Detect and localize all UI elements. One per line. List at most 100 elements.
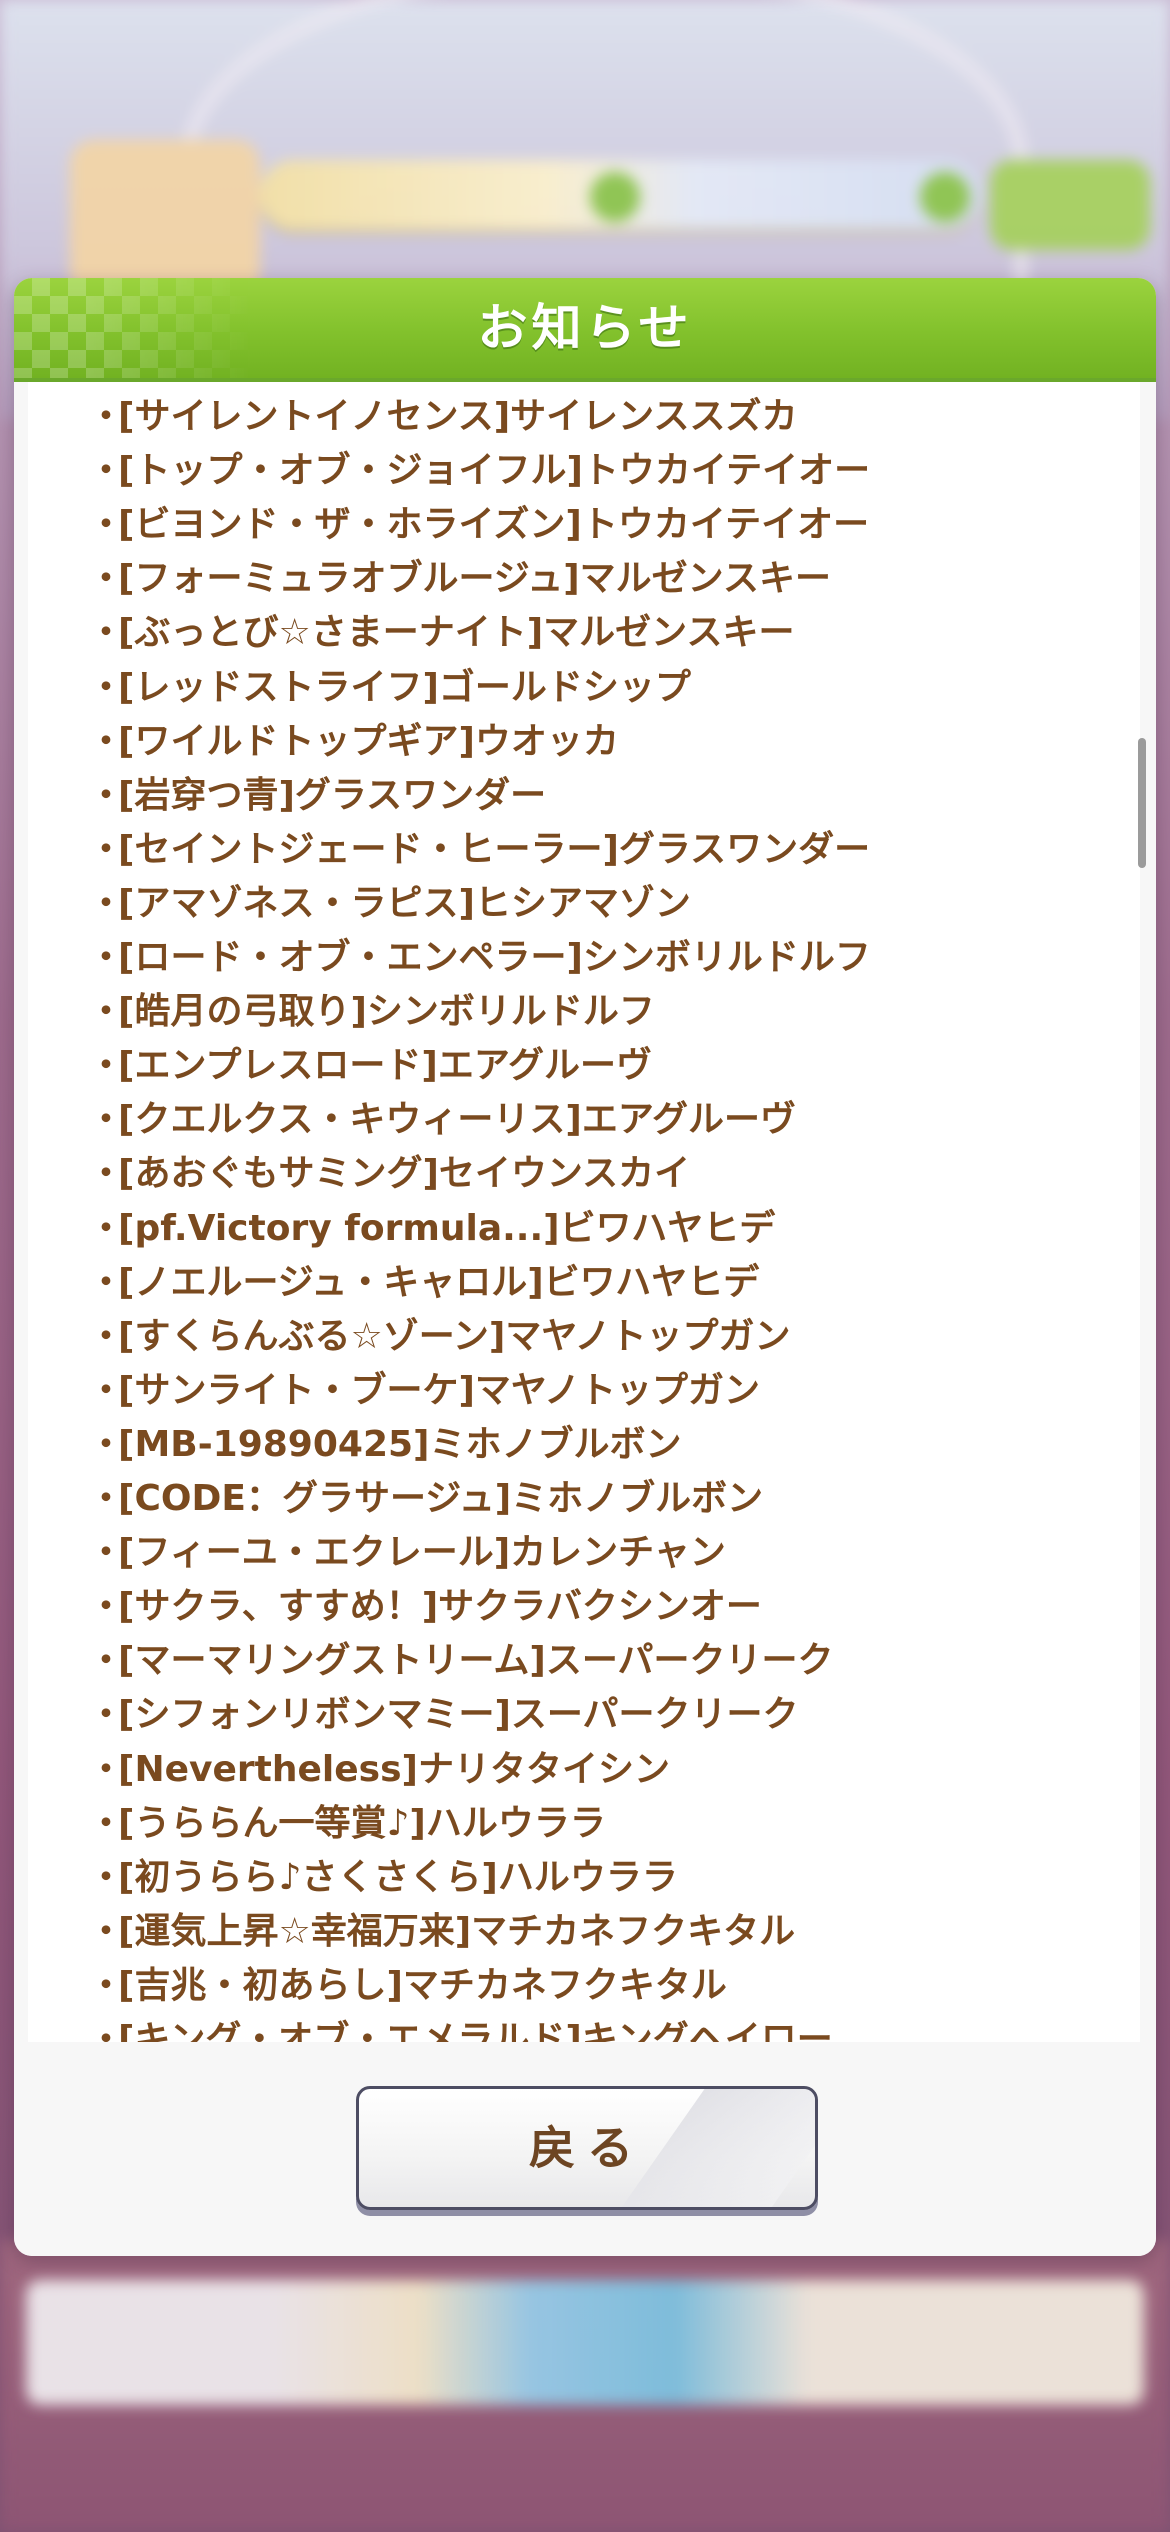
list-item: ・[シフォンリボンマミー]スーパークリーク xyxy=(88,1688,799,1742)
bullet-marker: ・ xyxy=(88,1478,125,1519)
list-item: ・[サクラ、すすめ！]サクラバクシンオー xyxy=(88,1580,762,1634)
list-item-text: [CODE：グラサージュ]ミホノブルボン xyxy=(118,1478,764,1519)
list-item-text: [ワイルドトップギア]ウオッカ xyxy=(118,720,619,762)
list-item-text: [吉兆・初あらし]マチカネフクキタル xyxy=(118,1964,727,2006)
bullet-marker: ・ xyxy=(88,882,125,924)
list-item-text: [サイレントイノセンス]サイレンススズカ xyxy=(118,396,798,437)
dialog-header: お知らせ xyxy=(14,278,1156,382)
bullet-marker: ・ xyxy=(88,1423,125,1465)
list-item: ・[CODE：グラサージュ]ミホノブルボン xyxy=(88,1472,763,1526)
bullet-marker: ・ xyxy=(88,1802,125,1844)
list-item: ・[運気上昇☆幸福万来]マチカネフクキタル xyxy=(88,1905,795,1959)
screen: お知らせ ・[サイレントイノセンス]サイレンススズカ ・[トップ・オブ・ジョイフル… xyxy=(0,0,1170,2532)
list-item: ・[トップ・オブ・ジョイフル]トウカイテイオー xyxy=(88,444,870,498)
list-item-text: [セイントジェード・ヒーラー]グラスワンダー xyxy=(118,828,871,870)
list-item-text: [運気上昇☆幸福万来]マチカネフクキタル xyxy=(118,1910,796,1952)
bullet-marker: ・ xyxy=(88,774,125,816)
list-item-text: [サンライト・ブーケ]マヤノトップガン xyxy=(118,1369,761,1411)
bullet-marker: ・ xyxy=(88,558,125,600)
list-item: ・[初うらら♪さくさくら]ハルウララ xyxy=(88,1851,678,1905)
list-item: ・[ロード・オブ・エンペラー]シンボリルドルフ xyxy=(88,931,871,985)
scrollbar-track[interactable] xyxy=(1134,382,1152,2042)
list-item-text: [ぶっとび☆さまーナイト]マルゼンスキー xyxy=(118,612,795,654)
bullet-marker: ・ xyxy=(88,1694,125,1736)
background-green-button xyxy=(990,160,1150,250)
scrollbar-thumb[interactable] xyxy=(1138,738,1146,868)
list-item-text: [岩穿つ青]グラスワンダー xyxy=(118,774,547,816)
background-plus-icon xyxy=(590,172,640,222)
bullet-marker: ・ xyxy=(88,666,125,708)
list-item-text: [ロード・オブ・エンペラー]シンボリルドルフ xyxy=(118,937,871,978)
list-item: ・[エンプレスロード]エアグルーヴ xyxy=(88,1039,652,1093)
list-item: ・[ビヨンド・ザ・ホライズン]トウカイテイオー xyxy=(88,498,869,552)
bullet-marker: ・ xyxy=(88,504,125,546)
notice-list-panel[interactable]: ・[サイレントイノセンス]サイレンススズカ ・[トップ・オブ・ジョイフル]トウカイ… xyxy=(28,382,1140,2042)
list-item: ・[pf.Victory formula...]ビワハヤヒデ xyxy=(88,1202,775,1256)
list-item: ・[MB-19890425]ミホノブルボン xyxy=(88,1418,682,1472)
back-button[interactable]: 戻る xyxy=(356,2086,818,2210)
list-item: ・[岩穿つ青]グラスワンダー xyxy=(88,769,546,823)
list-item-text: [マーマリングストリーム]スーパークリーク xyxy=(118,1640,834,1682)
list-item: ・[サンライト・ブーケ]マヤノトップガン xyxy=(88,1364,760,1418)
list-item-text: [MB-19890425]ミホノブルボン xyxy=(118,1423,682,1465)
list-item: ・[ぶっとび☆さまーナイト]マルゼンスキー xyxy=(88,606,794,660)
list-item: ・[サイレントイノセンス]サイレンススズカ xyxy=(88,390,797,444)
bullet-marker: ・ xyxy=(88,612,125,654)
list-item-text: [フォーミュラオブルージュ]マルゼンスキー xyxy=(118,558,831,600)
list-item-text: [皓月の弓取り]シンボリルドルフ xyxy=(118,991,655,1033)
bullet-marker: ・ xyxy=(88,1748,125,1790)
list-item-text: [すくらんぶる☆ゾーン]マヤノトップガン xyxy=(118,1315,791,1357)
list-item-text: [Nevertheless]ナリタタイシン xyxy=(118,1748,670,1790)
bullet-marker: ・ xyxy=(88,1910,125,1952)
list-item: ・[すくらんぶる☆ゾーン]マヤノトップガン xyxy=(88,1310,791,1364)
list-item-text: [初うらら♪さくさくら]ハルウララ xyxy=(118,1856,678,1898)
notice-dialog: お知らせ ・[サイレントイノセンス]サイレンススズカ ・[トップ・オブ・ジョイフル… xyxy=(14,278,1156,2256)
list-item-text: [キング・オブ・エメラルド]キングヘイロー xyxy=(118,2019,833,2042)
list-item: ・[Nevertheless]ナリタタイシン xyxy=(88,1743,670,1797)
bullet-marker: ・ xyxy=(88,937,125,978)
bullet-marker: ・ xyxy=(88,1099,125,1141)
list-item-text: [トップ・オブ・ジョイフル]トウカイテイオー xyxy=(118,450,871,492)
background-bottom-nav xyxy=(26,2280,1144,2405)
list-item-text: [うららん一等賞♪]ハルウララ xyxy=(118,1802,606,1844)
list-item: ・[レッドストライフ]ゴールドシップ xyxy=(88,661,691,715)
list-item-text: [pf.Victory formula...]ビワハヤヒデ xyxy=(118,1207,776,1249)
back-button-label: 戻る xyxy=(529,2121,645,2175)
list-item-text: [ビヨンド・ザ・ホライズン]トウカイテイオー xyxy=(118,504,870,546)
bullet-marker: ・ xyxy=(88,1369,125,1411)
list-item: ・[ノエルージュ・キャロル]ビワハヤヒデ xyxy=(88,1256,759,1310)
list-item: ・[クエルクス・キウィーリス]エアグルーヴ xyxy=(88,1093,796,1147)
background-plus-icon xyxy=(920,172,970,222)
list-item-text: [シフォンリボンマミー]スーパークリーク xyxy=(118,1694,799,1736)
bullet-marker: ・ xyxy=(88,450,125,492)
list-item-text: [エンプレスロード]エアグルーヴ xyxy=(118,1045,653,1087)
bullet-marker: ・ xyxy=(88,1153,125,1195)
dialog-title: お知らせ xyxy=(477,299,693,357)
list-item-text: [アマゾネス・ラピス]ヒシアマゾン xyxy=(118,882,691,924)
list-item: ・[吉兆・初あらし]マチカネフクキタル xyxy=(88,1959,727,2013)
list-item: ・[キング・オブ・エメラルド]キングヘイロー xyxy=(88,2013,833,2042)
list-item: ・[ワイルドトップギア]ウオッカ xyxy=(88,715,619,769)
list-item: ・[うららん一等賞♪]ハルウララ xyxy=(88,1797,606,1851)
background-trainer-avatar xyxy=(70,140,260,300)
list-item-text: [ノエルージュ・キャロル]ビワハヤヒデ xyxy=(118,1261,760,1303)
bullet-marker: ・ xyxy=(88,396,125,437)
bullet-marker: ・ xyxy=(88,1640,125,1682)
list-item: ・[フォーミュラオブルージュ]マルゼンスキー xyxy=(88,552,831,606)
bullet-marker: ・ xyxy=(88,1586,125,1628)
list-item: ・[フィーユ・エクレール]カレンチャン xyxy=(88,1526,726,1580)
bullet-marker: ・ xyxy=(88,1261,125,1303)
bullet-marker: ・ xyxy=(88,1964,125,2006)
bullet-marker: ・ xyxy=(88,1045,125,1087)
list-item: ・[アマゾネス・ラピス]ヒシアマゾン xyxy=(88,877,691,931)
bullet-marker: ・ xyxy=(88,1856,125,1898)
bullet-marker: ・ xyxy=(88,991,125,1033)
bullet-marker: ・ xyxy=(88,1532,125,1574)
bullet-marker: ・ xyxy=(88,720,125,762)
list-item-text: [レッドストライフ]ゴールドシップ xyxy=(118,666,691,708)
bullet-marker: ・ xyxy=(88,2019,125,2042)
list-item-text: [フィーユ・エクレール]カレンチャン xyxy=(118,1532,726,1574)
bullet-marker: ・ xyxy=(88,1207,125,1249)
list-item: ・[マーマリングストリーム]スーパークリーク xyxy=(88,1634,833,1688)
list-item: ・[あおぐもサミング]セイウンスカイ xyxy=(88,1147,690,1201)
